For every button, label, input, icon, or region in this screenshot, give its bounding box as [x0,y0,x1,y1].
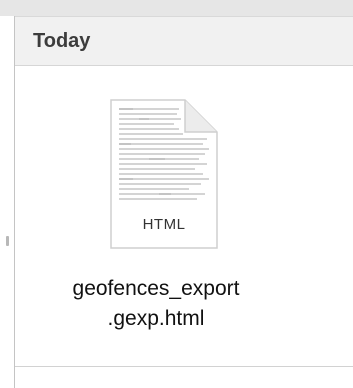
sidebar-resize-handle[interactable] [6,236,9,246]
file-browser-panel: Today HTML geofences_export .gexp.html [14,16,353,388]
section-header-today: Today [15,16,353,66]
file-name-line-1: geofences_export [72,277,240,300]
section-header-label: Today [33,30,91,52]
file-item[interactable]: HTML geofences_export .gexp.html [15,96,275,386]
file-name-label[interactable]: geofences_export .gexp.html [21,274,291,334]
section-divider [15,366,353,367]
file-name-line-2: .gexp.html [107,307,205,330]
window-top-strip [0,0,353,16]
file-type-label: HTML [142,216,186,233]
